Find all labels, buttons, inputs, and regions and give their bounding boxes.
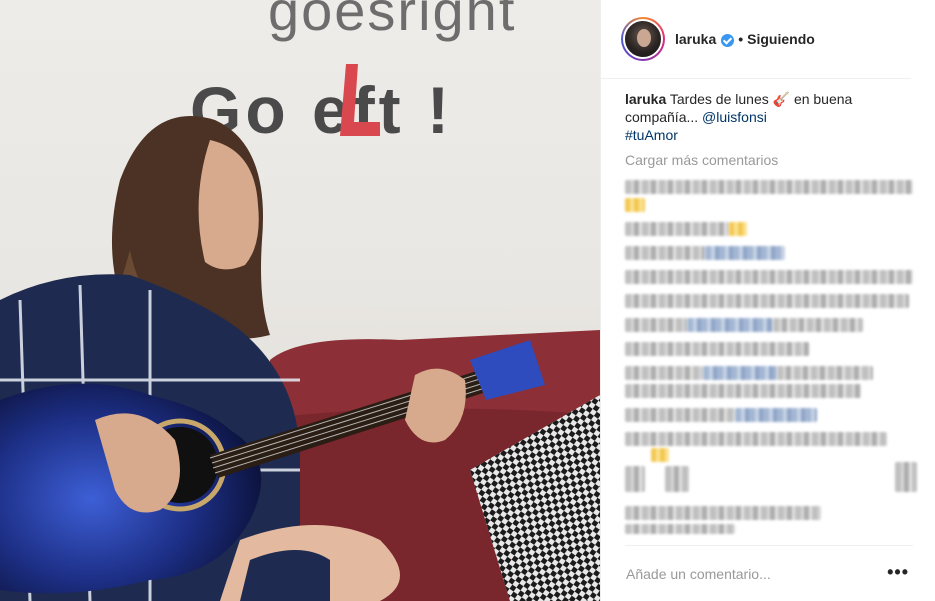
obscured-mention — [703, 366, 777, 380]
obscured-comment-line — [625, 222, 729, 236]
post-header: laruka • Siguiendo — [601, 0, 911, 79]
obscured-comment-icon — [665, 466, 689, 492]
obscured-comment-line — [625, 318, 687, 332]
guitar-scene-illustration — [0, 116, 600, 601]
comment-box-divider — [625, 545, 913, 546]
post-caption: laruka Tardes de lunes 🎸 en buena compañ… — [625, 90, 913, 144]
obscured-mention — [687, 318, 773, 332]
obscured-emoji — [625, 198, 645, 212]
post-container: goesright Go eft ! laruka • Siguiendo la… — [0, 0, 935, 601]
caption-username[interactable]: laruka — [625, 91, 666, 107]
obscured-likes-line — [625, 506, 821, 520]
obscured-mention — [705, 246, 785, 260]
following-button[interactable]: Siguiendo — [747, 31, 815, 47]
obscured-date-line — [625, 524, 735, 534]
comments-section: laruka Tardes de lunes 🎸 en buena compañ… — [625, 90, 913, 168]
caption-hashtag-link[interactable]: #tuAmor — [625, 127, 678, 143]
caption-mention-link[interactable]: @luisfonsi — [702, 109, 767, 125]
obscured-comment-line — [625, 408, 735, 422]
verified-badge-icon — [721, 33, 735, 47]
header-username[interactable]: laruka — [675, 31, 716, 47]
obscured-comment-line — [625, 180, 913, 194]
obscured-comment-line — [625, 246, 705, 260]
obscured-save-icon — [895, 462, 917, 492]
more-options-icon[interactable]: ••• — [887, 562, 909, 583]
obscured-comment-line — [625, 384, 861, 398]
obscured-mention — [735, 408, 817, 422]
obscured-comments-list — [625, 176, 917, 538]
obscured-emoji — [651, 448, 669, 462]
load-more-comments-button[interactable]: Cargar más comentarios — [625, 152, 913, 168]
avatar-story-ring[interactable] — [621, 17, 665, 61]
obscured-comment-line — [773, 318, 863, 332]
obscured-comment-line — [625, 294, 909, 308]
obscured-comment-line — [777, 366, 873, 380]
obscured-comment-line — [625, 270, 913, 284]
obscured-comment-line — [625, 342, 809, 356]
obscured-emoji — [729, 222, 747, 236]
obscured-comment-line — [625, 366, 703, 380]
post-media[interactable]: goesright Go eft ! — [0, 0, 600, 601]
post-sidebar: laruka • Siguiendo laruka Tardes de lune… — [600, 0, 935, 601]
avatar[interactable] — [623, 19, 663, 59]
header-separator: • — [738, 31, 744, 47]
obscured-comment-line — [625, 432, 887, 446]
add-comment-input[interactable]: Añade un comentario... — [626, 566, 771, 582]
obscured-like-icon — [625, 466, 645, 492]
